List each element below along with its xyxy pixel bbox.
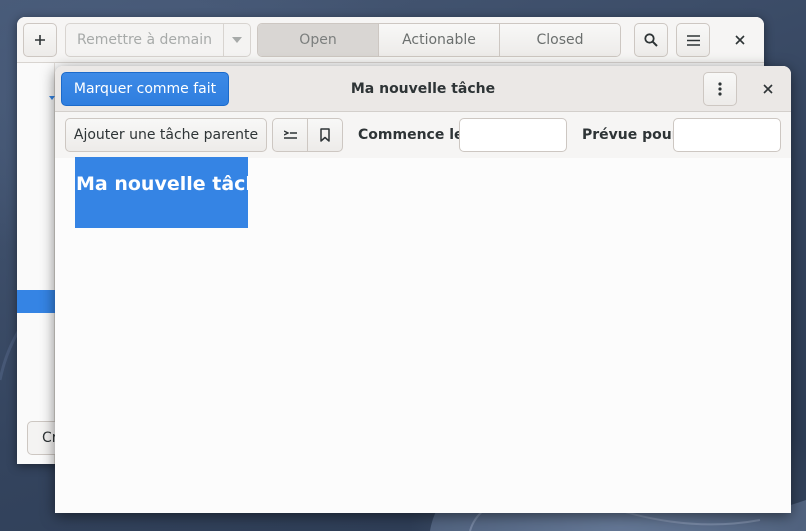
task-editor-window: Ma nouvelle tâche Marquer comme fait Ajo… <box>55 66 791 513</box>
plus-icon <box>34 34 46 46</box>
tab-open-label: Open <box>299 32 337 48</box>
mark-done-label: Marquer comme fait <box>73 81 217 97</box>
tab-actionable-label: Actionable <box>402 32 476 48</box>
postpone-dropdown-button[interactable] <box>223 23 251 57</box>
start-date-input[interactable] <box>459 118 567 152</box>
add-tag-button[interactable] <box>307 118 343 152</box>
postpone-button[interactable]: Remettre à demain <box>65 23 224 57</box>
mark-done-button[interactable]: Marquer comme fait <box>61 72 229 106</box>
tab-closed[interactable]: Closed <box>500 24 620 56</box>
search-button[interactable] <box>634 23 668 57</box>
vertical-dots-icon <box>718 82 722 96</box>
insert-subtask-button[interactable] <box>272 118 308 152</box>
bookmark-icon <box>320 128 330 142</box>
hamburger-menu-icon <box>686 34 700 46</box>
main-window-headerbar: Remettre à demain Open Actionable Closed <box>17 17 764 63</box>
add-task-button[interactable] <box>23 23 57 57</box>
tab-open[interactable]: Open <box>258 24 379 56</box>
due-date-input[interactable] <box>673 118 781 152</box>
postpone-label: Remettre à demain <box>77 32 212 48</box>
add-parent-label: Ajouter une tâche parente <box>73 127 259 143</box>
search-icon <box>644 33 658 47</box>
main-menu-button[interactable] <box>676 23 710 57</box>
close-icon <box>763 84 773 94</box>
main-window-close-button[interactable] <box>723 23 757 57</box>
insert-subtask-icon <box>283 129 297 141</box>
main-window-sidebar <box>17 63 55 464</box>
tab-closed-label: Closed <box>536 32 584 48</box>
selected-task-row[interactable] <box>17 290 55 313</box>
task-title-text[interactable]: Ma nouvelle tâche <box>75 157 248 228</box>
chevron-down-icon <box>232 37 242 43</box>
add-parent-task-button[interactable]: Ajouter une tâche parente <box>65 118 267 152</box>
close-icon <box>735 35 745 45</box>
due-date-label: Prévue pour <box>582 127 679 143</box>
view-switcher: Open Actionable Closed <box>257 23 621 57</box>
more-options-button[interactable] <box>703 72 737 106</box>
tab-actionable[interactable]: Actionable <box>379 24 500 56</box>
start-date-label: Commence le <box>358 127 464 143</box>
task-editor-close-button[interactable] <box>751 72 785 106</box>
